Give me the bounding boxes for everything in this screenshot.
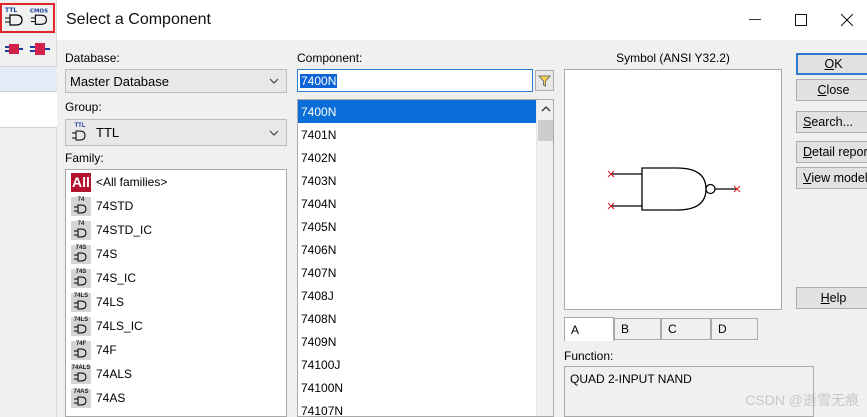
family-item[interactable]: 74S 74S [66, 242, 286, 266]
ok-button[interactable]: OK [796, 53, 867, 75]
component-item[interactable]: 74100J [298, 353, 536, 376]
misc-digital-icon[interactable] [3, 38, 25, 60]
background-toolbar: TTL CMOS [0, 0, 57, 417]
view-model-button[interactable]: View model [796, 167, 867, 189]
family-item-label: 74F [96, 343, 117, 357]
ttl-gate-icon: TTL [70, 123, 90, 142]
component-item[interactable]: 7408N [298, 307, 536, 330]
background-tabstrip [0, 66, 57, 92]
scroll-up-arrow[interactable] [537, 100, 553, 117]
maximize-icon [795, 14, 807, 26]
gate-family-icon: 74LS [71, 292, 91, 312]
nand-gate-symbol [607, 167, 741, 211]
component-item[interactable]: 7406N [298, 238, 536, 261]
search-button[interactable]: Search... [796, 111, 867, 133]
family-item[interactable]: 74LS 74LS_IC [66, 314, 286, 338]
ttl-component-icon[interactable]: TTL [3, 6, 25, 28]
background-workspace [0, 92, 57, 128]
family-item[interactable]: 74S 74S_IC [66, 266, 286, 290]
maximize-button[interactable] [785, 4, 817, 36]
database-label: Database: [65, 51, 120, 65]
family-item[interactable]: 74ALS 74ALS [66, 362, 286, 386]
component-item[interactable]: 74107N [298, 399, 536, 417]
component-item[interactable]: 7409N [298, 330, 536, 353]
function-text: QUAD 2-INPUT NAND [570, 372, 692, 386]
chevron-up-icon [541, 105, 550, 111]
component-list[interactable]: 7400N 7401N 7402N 7403N 7404N 7405N 7406N 7407N… [297, 99, 554, 417]
help-button[interactable]: Help [796, 287, 867, 309]
gate-family-icon: 74AS [71, 388, 91, 408]
component-item[interactable]: 7408J [298, 284, 536, 307]
detail-report-button[interactable]: Detail report [796, 141, 867, 163]
tab-b[interactable]: B [614, 318, 661, 340]
component-item[interactable]: 7404N [298, 192, 536, 215]
close-icon [841, 14, 853, 26]
tab-c[interactable]: C [661, 318, 711, 340]
tab-a[interactable]: A [564, 317, 614, 341]
component-item[interactable]: 7407N [298, 261, 536, 284]
family-item[interactable]: 74F 74F [66, 338, 286, 362]
family-item-label: 74LS_IC [96, 319, 143, 333]
close-button[interactable]: Close [796, 79, 867, 101]
family-item[interactable]: 74AS 74AS [66, 386, 286, 410]
component-item[interactable]: 7400N [298, 100, 536, 123]
mixed-component-icon[interactable] [29, 38, 51, 60]
component-item[interactable]: 7402N [298, 146, 536, 169]
family-list[interactable]: All <All families> 74 74STD 74 74STD_IC 74S 74S… [65, 169, 287, 417]
close-window-button[interactable] [831, 4, 863, 36]
component-search-input[interactable]: 7400N [297, 69, 533, 92]
family-item-label: 74S_IC [96, 271, 137, 285]
database-select[interactable]: Master Database [65, 69, 287, 93]
function-label: Function: [564, 349, 614, 363]
gate-family-icon: 74S [71, 244, 91, 264]
family-label: Family: [65, 151, 104, 165]
component-item[interactable]: 74100N [298, 376, 536, 399]
scrollbar-thumb[interactable] [538, 120, 553, 141]
component-item[interactable]: 7405N [298, 215, 536, 238]
select-component-dialog: Select a Component Database: Master Data… [57, 0, 867, 417]
component-search-value: 7400N [300, 73, 338, 88]
component-item[interactable]: 7403N [298, 169, 536, 192]
group-select[interactable]: TTL TTL [65, 119, 287, 146]
gate-family-icon: 74 [71, 196, 91, 216]
gate-family-icon: 74LS [71, 316, 91, 336]
symbol-label: Symbol (ANSI Y32.2) [616, 51, 730, 65]
dialog-title: Select a Component [66, 11, 211, 28]
family-item-label: 74STD_IC [96, 223, 153, 237]
family-item-label: 74AS [96, 391, 126, 405]
gate-family-icon: 74S [71, 268, 91, 288]
family-item-label: 74LS [96, 295, 125, 309]
minimize-button[interactable] [739, 4, 771, 36]
cmos-component-icon[interactable]: CMOS [29, 6, 51, 28]
gate-family-icon: 74F [71, 340, 91, 360]
component-scrollbar[interactable] [536, 100, 553, 416]
title-bar: Select a Component [57, 0, 867, 40]
component-label: Component: [297, 51, 363, 65]
family-item-label: <All families> [96, 175, 168, 189]
family-item[interactable]: 74 74STD_IC [66, 218, 286, 242]
family-item[interactable]: All <All families> [66, 170, 286, 194]
svg-text:CMOS: CMOS [30, 8, 48, 14]
component-item[interactable]: 7401N [298, 123, 536, 146]
gate-family-icon: 74 [71, 220, 91, 240]
svg-text:TTL: TTL [5, 7, 17, 14]
all-families-icon: All [71, 172, 91, 192]
chevron-down-icon [269, 130, 279, 136]
group-value: TTL [96, 125, 120, 140]
family-item[interactable]: 74 74STD [66, 194, 286, 218]
gate-family-icon: 74ALS [71, 364, 91, 384]
chevron-down-icon [269, 78, 279, 84]
database-value: Master Database [70, 73, 169, 89]
filter-button[interactable] [535, 70, 554, 91]
tab-d[interactable]: D [711, 318, 758, 340]
family-item-label: 74S [96, 247, 118, 261]
minimize-icon [749, 19, 761, 20]
family-item-label: 74ALS [96, 367, 133, 381]
watermark: CSDN @逝雪无痕 [745, 392, 859, 408]
symbol-preview [564, 69, 782, 310]
family-item-label: 74STD [96, 199, 134, 213]
filter-icon [538, 75, 551, 87]
group-label: Group: [65, 100, 102, 114]
family-item[interactable]: 74LS 74LS [66, 290, 286, 314]
